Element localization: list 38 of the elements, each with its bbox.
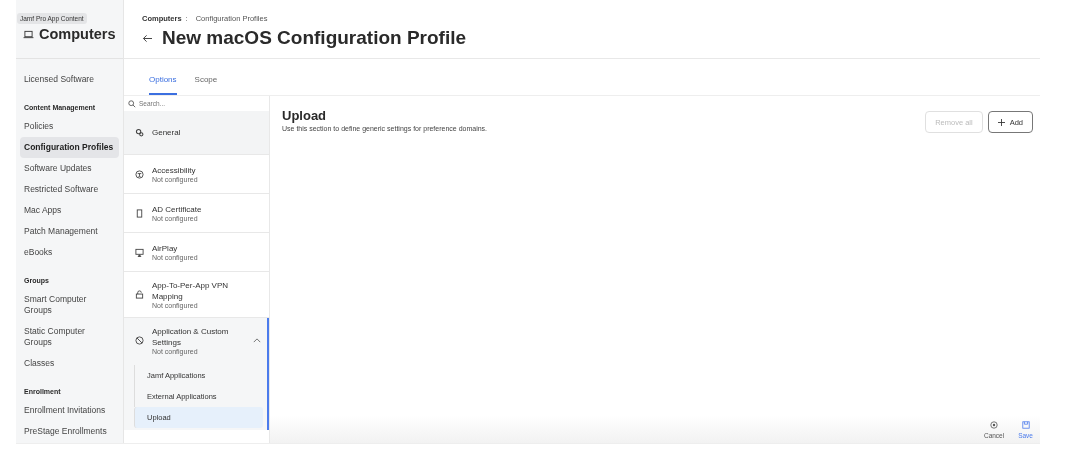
certificate-icon [135, 208, 144, 218]
tab[interactable]: Options [149, 75, 177, 95]
sidebar-item[interactable]: Smart Computer Groups [20, 289, 119, 321]
monitor-icon [135, 247, 144, 257]
back-arrow-icon[interactable] [142, 33, 153, 43]
sidebar-item[interactable]: Configuration Profiles [20, 137, 119, 158]
sidebar-item[interactable]: Mac Apps [20, 200, 119, 221]
sidebar-item[interactable]: eBooks [20, 242, 119, 263]
sidebar-title: Computers [39, 26, 116, 42]
plus-icon [997, 118, 1005, 126]
accessibility-icon [135, 169, 144, 179]
payload-name: AD Certificate [152, 204, 203, 215]
section-title: Upload [282, 108, 328, 123]
sidebar-item[interactable]: Enrollment Invitations [20, 400, 119, 421]
cancel-icon [990, 421, 999, 429]
tab[interactable]: Scope [194, 75, 218, 95]
chevron-up-icon [253, 338, 261, 343]
payload-item[interactable]: General [124, 111, 269, 155]
sidebar-item[interactable]: Licensed Software [20, 69, 119, 90]
payload-name: App-To-Per-App VPN Mapping [152, 280, 230, 302]
sidebar-item[interactable]: Software Updates [20, 158, 119, 179]
sidebar-item[interactable]: Classes [20, 353, 119, 374]
payload-name: AirPlay [152, 243, 179, 254]
sidebar-item[interactable]: Restricted Software [20, 179, 119, 200]
payload-name: Accessibility [152, 165, 197, 176]
lock-icon [135, 290, 144, 299]
payload-name: Application & Custom Settings [152, 326, 230, 348]
sidebar-item[interactable]: PreStage Enrollments [20, 421, 119, 442]
search-icon [128, 99, 136, 108]
page-title: New macOS Configuration Profile [162, 27, 467, 49]
sidebar-item[interactable]: Patch Management [20, 221, 119, 242]
laptop-icon [23, 29, 34, 39]
sidebar-item[interactable]: Static Computer Groups [20, 321, 119, 353]
payload-name: General [152, 127, 182, 138]
gear-icon [135, 128, 144, 137]
sidebar-item[interactable]: Policies [20, 116, 119, 137]
save-icon [1021, 421, 1030, 429]
blocked-icon [135, 336, 144, 345]
